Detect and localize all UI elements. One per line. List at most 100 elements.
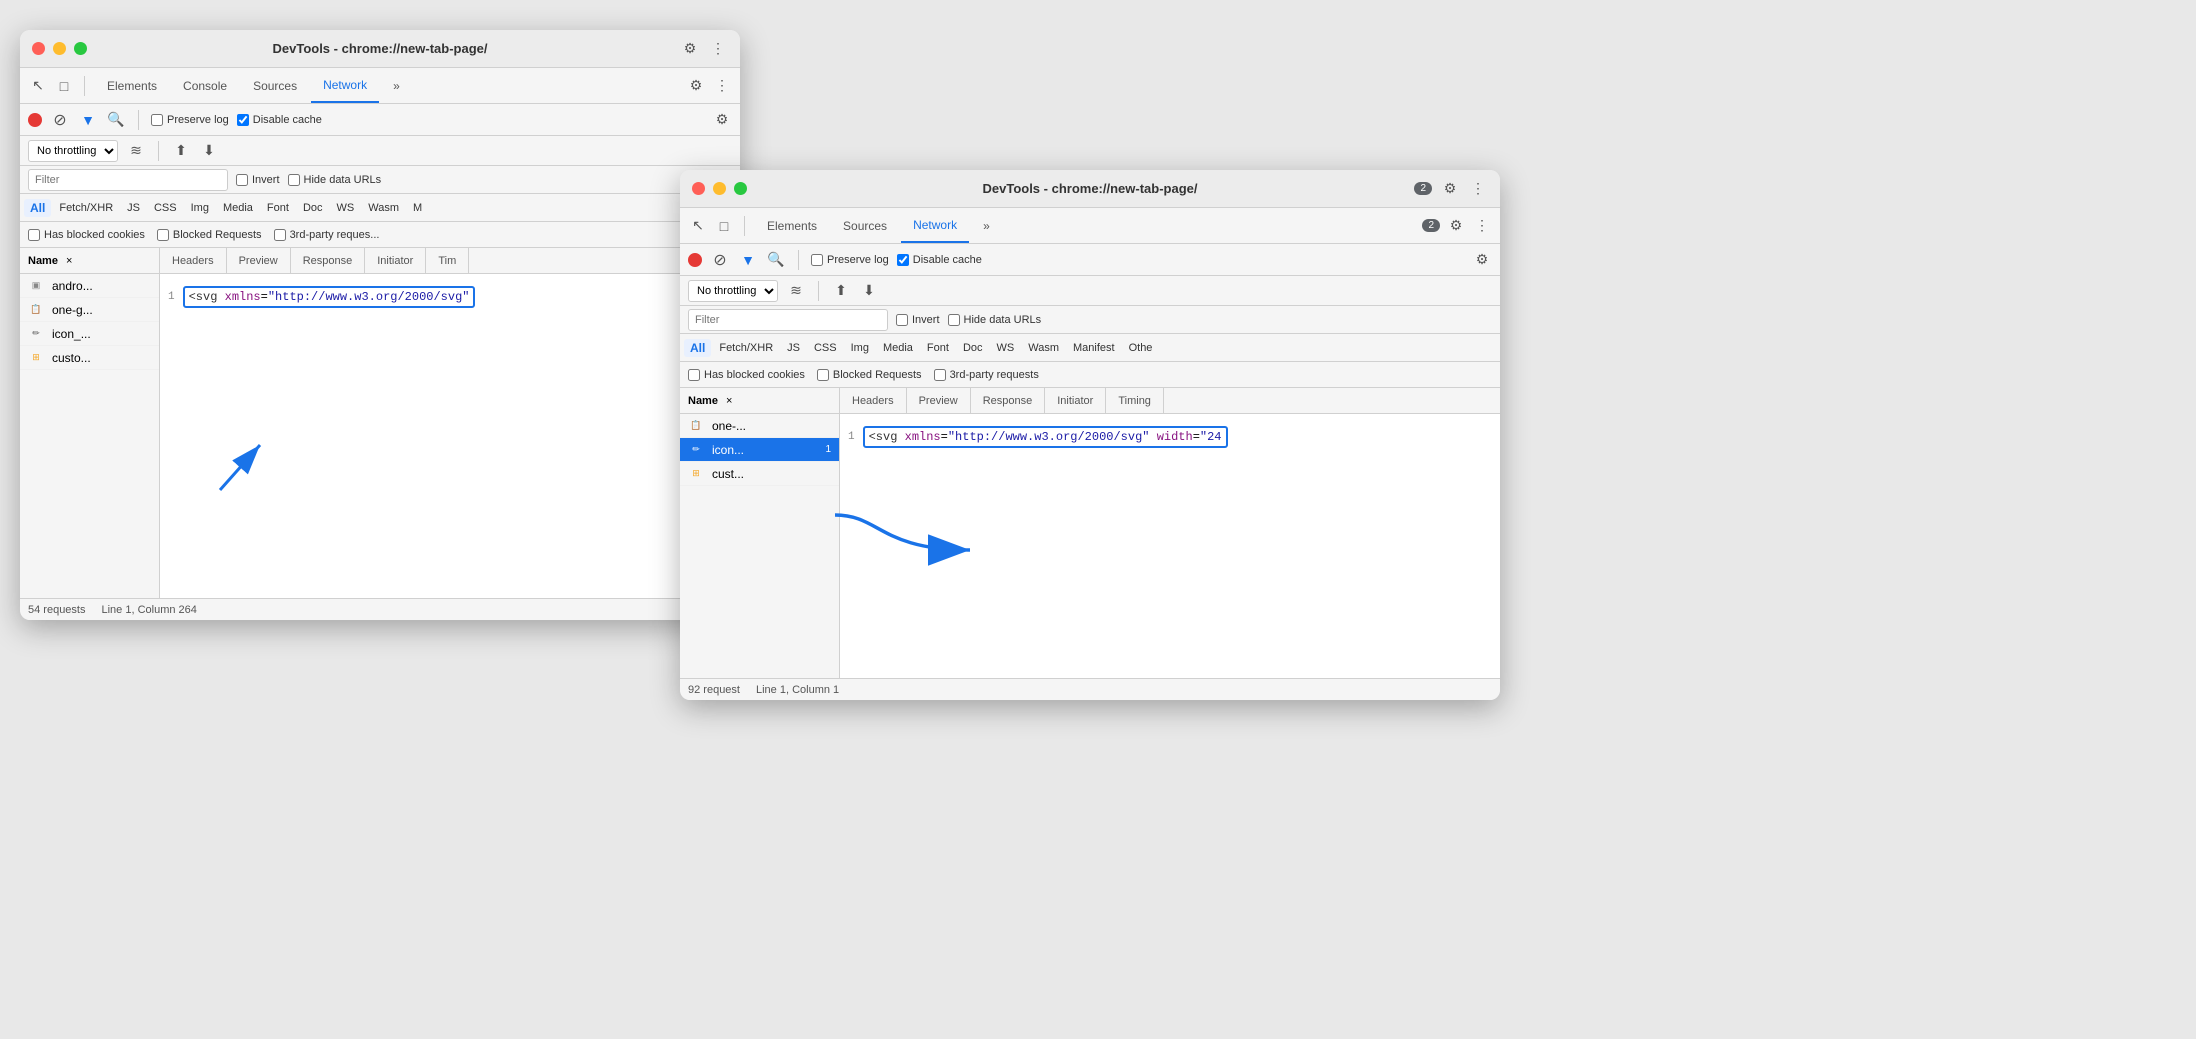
hide-data-checkbox-1[interactable] <box>288 174 300 186</box>
filter-icon-1[interactable]: ▼ <box>78 110 98 130</box>
third-party-label-1[interactable]: 3rd-party reques... <box>274 229 380 241</box>
search-icon-1[interactable]: 🔍 <box>106 110 126 130</box>
preserve-log-label-2[interactable]: Preserve log <box>811 254 889 266</box>
col-tab-response-2[interactable]: Response <box>971 388 1046 413</box>
tab-elements-1[interactable]: Elements <box>95 68 169 103</box>
filter-img-2[interactable]: Img <box>845 340 875 356</box>
filter-doc-1[interactable]: Doc <box>297 200 329 216</box>
wifi-icon-2[interactable]: ≋ <box>786 281 806 301</box>
third-party-2[interactable] <box>934 369 946 381</box>
blocked-req-2[interactable] <box>817 369 829 381</box>
blocked-cookies-2[interactable] <box>688 369 700 381</box>
filter-fetchxhr-2[interactable]: Fetch/XHR <box>713 340 779 356</box>
filter-media-2[interactable]: Media <box>877 340 919 356</box>
settings2-icon-1[interactable]: ⚙ <box>712 110 732 130</box>
gear-icon-2[interactable]: ⚙ <box>1440 179 1460 199</box>
cursor-icon-2[interactable]: ↖ <box>688 216 708 236</box>
col-tab-headers-2[interactable]: Headers <box>840 388 907 413</box>
maximize-button-2[interactable] <box>734 182 747 195</box>
wifi-icon-1[interactable]: ≋ <box>126 141 146 161</box>
upload-icon-2[interactable]: ⬆ <box>831 281 851 301</box>
blocked-cookies-label-1[interactable]: Has blocked cookies <box>28 229 145 241</box>
hide-data-checkbox-2[interactable] <box>948 314 960 326</box>
table-row[interactable]: ✏ icon_... <box>20 322 159 346</box>
table-row[interactable]: 📋 one-... <box>680 414 839 438</box>
third-party-label-2[interactable]: 3rd-party requests <box>934 369 1039 381</box>
col-tab-preview-2[interactable]: Preview <box>907 388 971 413</box>
hide-data-label-1[interactable]: Hide data URLs <box>288 174 382 186</box>
blocked-req-label-1[interactable]: Blocked Requests <box>157 229 262 241</box>
search-icon-2[interactable]: 🔍 <box>766 250 786 270</box>
tab-sources-2[interactable]: Sources <box>831 208 899 243</box>
filter-wasm-2[interactable]: Wasm <box>1022 340 1065 356</box>
settings2-icon-2[interactable]: ⚙ <box>1472 250 1492 270</box>
table-row[interactable]: ⊞ custo... <box>20 346 159 370</box>
filter-ws-2[interactable]: WS <box>991 340 1021 356</box>
clear-icon-2[interactable]: ⊘ <box>710 250 730 270</box>
table-row[interactable]: 📋 one-g... <box>20 298 159 322</box>
col-tab-timing-2[interactable]: Timing <box>1106 388 1164 413</box>
dots-icon-1[interactable]: ⋮ <box>712 76 732 96</box>
clear-icon-1[interactable]: ⊘ <box>50 110 70 130</box>
throttle-select-2[interactable]: No throttling <box>688 280 778 302</box>
maximize-button-1[interactable] <box>74 42 87 55</box>
filter-doc-2[interactable]: Doc <box>957 340 989 356</box>
preserve-log-label-1[interactable]: Preserve log <box>151 114 229 126</box>
filter-more-1[interactable]: M <box>407 200 428 216</box>
minimize-button-1[interactable] <box>53 42 66 55</box>
filter-js-1[interactable]: JS <box>121 200 146 216</box>
tab-more-2[interactable]: » <box>971 208 1002 243</box>
invert-label-2[interactable]: Invert <box>896 314 940 326</box>
tab-elements-2[interactable]: Elements <box>755 208 829 243</box>
invert-checkbox-1[interactable] <box>236 174 248 186</box>
col-tab-timing-1[interactable]: Tim <box>426 248 469 273</box>
more-icon-1[interactable]: ⋮ <box>708 39 728 59</box>
filter-media-1[interactable]: Media <box>217 200 259 216</box>
col-tab-response-1[interactable]: Response <box>291 248 366 273</box>
col-tab-initiator-1[interactable]: Initiator <box>365 248 426 273</box>
blocked-cookies-label-2[interactable]: Has blocked cookies <box>688 369 805 381</box>
table-row[interactable]: ⊞ cust... <box>680 462 839 486</box>
filter-css-1[interactable]: CSS <box>148 200 183 216</box>
filter-img-1[interactable]: Img <box>185 200 215 216</box>
hide-data-label-2[interactable]: Hide data URLs <box>948 314 1042 326</box>
blocked-cookies-1[interactable] <box>28 229 40 241</box>
settings-icon-1[interactable]: ⚙ <box>686 76 706 96</box>
filter-manifest-2[interactable]: Manifest <box>1067 340 1121 356</box>
tab-sources-1[interactable]: Sources <box>241 68 309 103</box>
inspect-icon-2[interactable]: □ <box>714 216 734 236</box>
col-tab-initiator-2[interactable]: Initiator <box>1045 388 1106 413</box>
settings-icon-2[interactable]: ⚙ <box>1446 216 1466 236</box>
minimize-button-2[interactable] <box>713 182 726 195</box>
invert-label-1[interactable]: Invert <box>236 174 280 186</box>
preserve-log-checkbox-2[interactable] <box>811 254 823 266</box>
throttle-select-1[interactable]: No throttling <box>28 140 118 162</box>
more-icon-2[interactable]: ⋮ <box>1468 179 1488 199</box>
dots-icon-2[interactable]: ⋮ <box>1472 216 1492 236</box>
table-row[interactable]: ▣ andro... <box>20 274 159 298</box>
tab-network-2[interactable]: Network <box>901 208 969 243</box>
preserve-log-checkbox-1[interactable] <box>151 114 163 126</box>
tab-network-1[interactable]: Network <box>311 68 379 103</box>
filter-ws-1[interactable]: WS <box>331 200 361 216</box>
filter-all-1[interactable]: All <box>24 199 51 217</box>
filter-input-1[interactable] <box>28 169 228 191</box>
invert-checkbox-2[interactable] <box>896 314 908 326</box>
download-icon-2[interactable]: ⬇ <box>859 281 879 301</box>
filter-wasm-1[interactable]: Wasm <box>362 200 405 216</box>
tab-more-1[interactable]: » <box>381 68 412 103</box>
filter-all-2[interactable]: All <box>684 339 711 357</box>
download-icon-1[interactable]: ⬇ <box>199 141 219 161</box>
record-button-2[interactable] <box>688 253 702 267</box>
disable-cache-checkbox-2[interactable] <box>897 254 909 266</box>
col-tab-headers-1[interactable]: Headers <box>160 248 227 273</box>
cursor-icon-1[interactable]: ↖ <box>28 76 48 96</box>
filter-fetchxhr-1[interactable]: Fetch/XHR <box>53 200 119 216</box>
close-button-1[interactable] <box>32 42 45 55</box>
disable-cache-checkbox-1[interactable] <box>237 114 249 126</box>
blocked-req-1[interactable] <box>157 229 169 241</box>
disable-cache-label-2[interactable]: Disable cache <box>897 254 982 266</box>
record-button-1[interactable] <box>28 113 42 127</box>
inspect-icon-1[interactable]: □ <box>54 76 74 96</box>
blocked-req-label-2[interactable]: Blocked Requests <box>817 369 922 381</box>
